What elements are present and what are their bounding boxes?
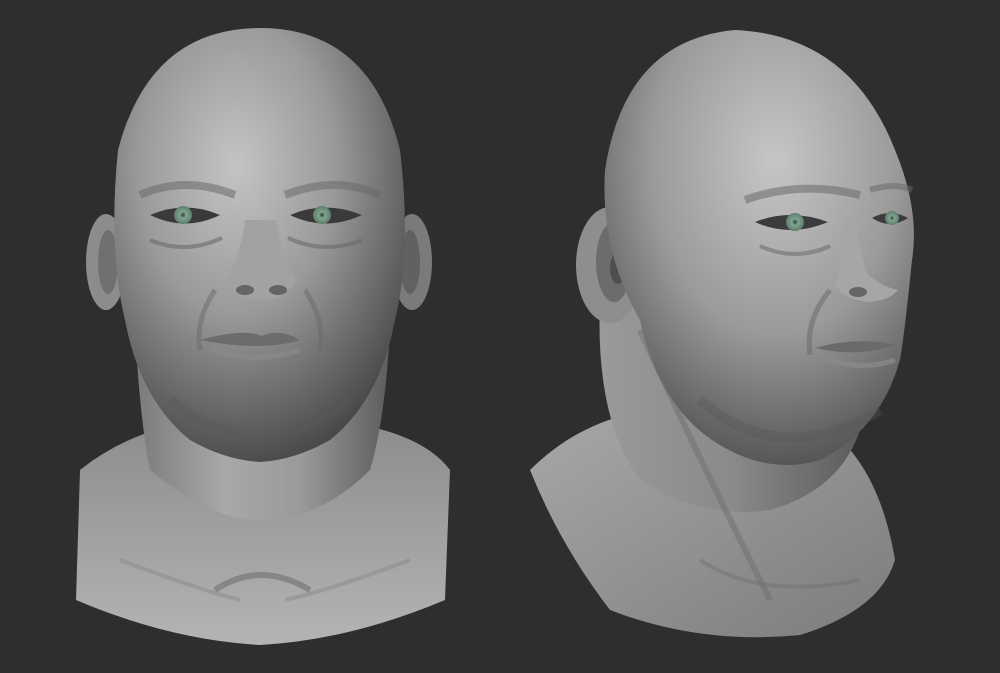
render-viewport [0, 0, 1000, 673]
three-quarter-view-bust [530, 30, 914, 638]
